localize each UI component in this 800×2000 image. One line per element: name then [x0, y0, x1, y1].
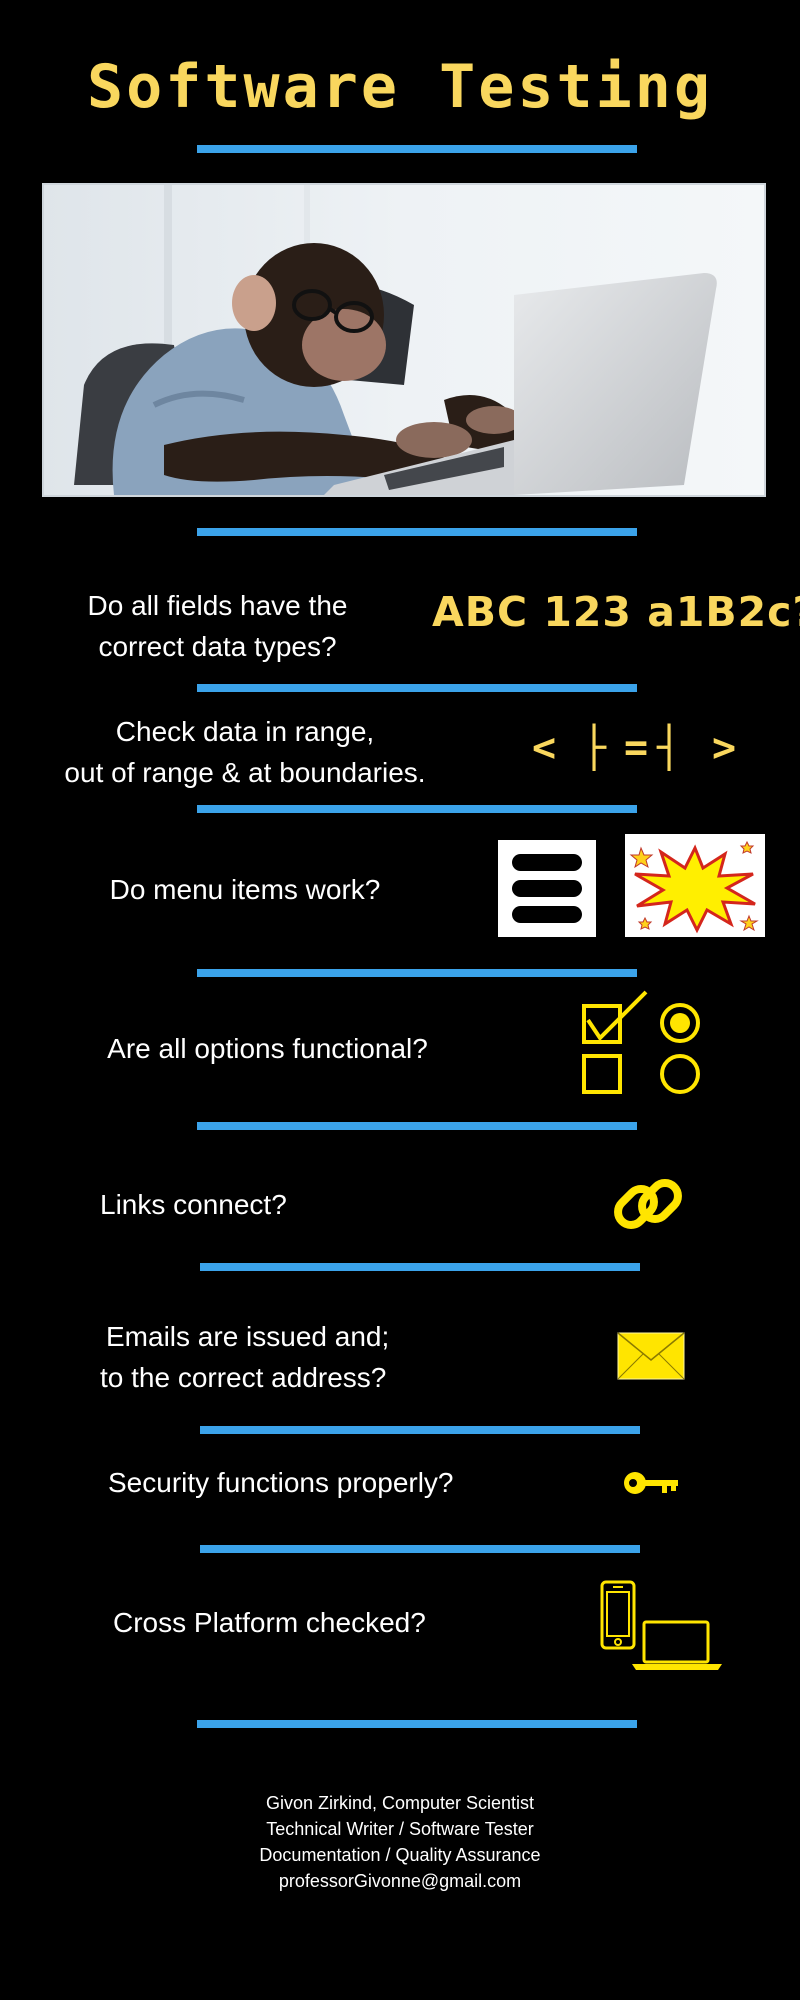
devices-icon-graphic	[600, 1580, 722, 1670]
author-name: Givon Zirkind, Computer Scientist	[265, 1793, 535, 1813]
chimpanzee-laptop-photo	[42, 183, 766, 497]
menu-question: Do menu items work?	[109, 874, 381, 905]
phone-icon	[600, 1580, 636, 1650]
key-icon	[622, 1468, 680, 1498]
divider	[197, 528, 637, 536]
checkbox-checked-icon	[582, 990, 648, 1044]
radio-empty-icon	[660, 1054, 700, 1094]
checkbox-empty-icon	[582, 1054, 622, 1094]
divider	[200, 1426, 640, 1434]
less-than-symbol: <	[532, 725, 557, 771]
devices-icon	[598, 1580, 723, 1672]
link-icon	[612, 1170, 684, 1238]
explosion-icon-graphic	[629, 840, 759, 934]
page-title: Software Testing	[87, 52, 713, 122]
range-line-1: Check data in range,	[115, 716, 375, 747]
platform-question: Cross Platform checked?	[113, 1607, 426, 1638]
laptop-icon	[632, 1620, 722, 1670]
range-line-2: out of range & at boundaries.	[64, 757, 426, 788]
greater-than-symbol: >	[712, 725, 737, 771]
links-question: Links connect?	[100, 1189, 287, 1220]
options-question: Are all options functional?	[107, 1033, 428, 1064]
divider	[197, 684, 637, 692]
explosion-icon	[625, 834, 765, 937]
photo-illustration	[44, 185, 764, 495]
divider	[197, 969, 637, 977]
range-question: Check data in range, out of range & at b…	[50, 711, 440, 793]
security-question: Security functions properly?	[108, 1467, 454, 1498]
boundary-symbols: < ├ = ┤ >	[532, 725, 752, 775]
divider	[197, 1122, 637, 1130]
divider	[197, 1720, 637, 1728]
hamburger-menu-icon-graphic	[512, 854, 582, 923]
divider	[200, 1263, 640, 1271]
radio-selected-icon	[660, 1003, 700, 1043]
author-credits: Givon Zirkind, Computer Scientist Techni…	[0, 1790, 800, 1894]
emails-line-1: Emails are issued and;	[106, 1321, 390, 1352]
data-types-line-1: Do all fields have the	[87, 590, 348, 621]
data-types-question: Do all fields have the correct data type…	[40, 585, 395, 667]
right-boundary-symbol: ┤	[657, 725, 682, 771]
divider	[200, 1545, 640, 1553]
link-icon-graphic	[614, 1179, 682, 1229]
emails-line-2: to the correct address?	[100, 1362, 387, 1393]
left-boundary-symbol: ├	[582, 725, 607, 771]
equals-symbol: =	[624, 725, 649, 771]
option-controls	[578, 988, 708, 1098]
key-icon-graphic	[624, 1472, 678, 1494]
envelope-icon-graphic	[617, 1332, 685, 1380]
option-controls-graphic	[582, 990, 700, 1094]
author-email[interactable]: professorGivonne@gmail.com	[0, 1868, 800, 1894]
divider	[197, 145, 637, 153]
data-types-line-2: correct data types?	[98, 631, 337, 662]
author-area: Documentation / Quality Assurance	[259, 1845, 541, 1865]
author-role: Technical Writer / Software Tester	[266, 1819, 534, 1839]
emails-question: Emails are issued and; to the correct ad…	[100, 1316, 420, 1398]
hamburger-menu-icon	[498, 840, 596, 937]
divider	[197, 805, 637, 813]
data-type-example: ABC 123 a1B2c?	[432, 588, 800, 636]
envelope-icon	[617, 1332, 685, 1380]
